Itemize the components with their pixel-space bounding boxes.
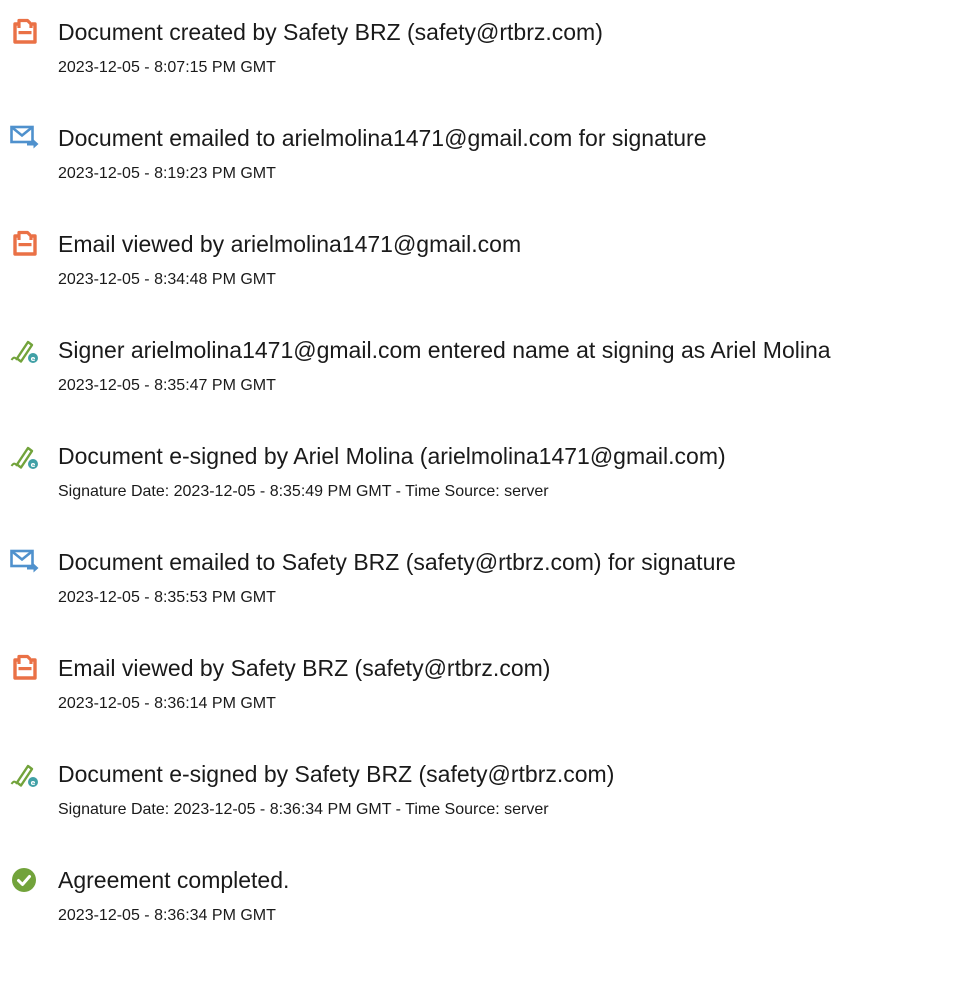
event-timestamp: 2023-12-05 - 8:35:47 PM GMT [58, 377, 276, 394]
audit-event: Document emailed to arielmolina1471@gmai… [0, 122, 956, 202]
check-circle-icon [10, 864, 40, 894]
event-title: Email viewed by Safety BRZ (safety@rtbrz… [58, 655, 551, 681]
signature-icon: e [10, 440, 40, 470]
event-title: Agreement completed. [58, 867, 290, 893]
event-timestamp: 2023-12-05 - 8:07:15 PM GMT [58, 59, 276, 76]
event-title: Document emailed to Safety BRZ (safety@r… [58, 549, 736, 575]
audit-event: e Document e-signed by Ariel Molina (ari… [0, 440, 956, 520]
event-timestamp: 2023-12-05 - 8:34:48 PM GMT [58, 271, 276, 288]
audit-event: Email viewed by Safety BRZ (safety@rtbrz… [0, 652, 956, 732]
event-timestamp: Signature Date: 2023-12-05 - 8:36:34 PM … [58, 801, 549, 818]
document-icon [10, 652, 40, 682]
event-title: Email viewed by arielmolina1471@gmail.co… [58, 231, 522, 257]
event-title: Document emailed to arielmolina1471@gmai… [58, 125, 707, 151]
event-title: Document created by Safety BRZ (safety@r… [58, 19, 603, 45]
signature-icon: e [10, 758, 40, 788]
audit-event: Agreement completed. 2023-12-05 - 8:36:3… [0, 864, 956, 944]
event-timestamp: 2023-12-05 - 8:19:23 PM GMT [58, 165, 276, 182]
audit-event: e Signer arielmolina1471@gmail.com enter… [0, 334, 956, 414]
audit-event: Document created by Safety BRZ (safety@r… [0, 16, 956, 96]
svg-text:e: e [31, 779, 36, 787]
email-icon [10, 122, 40, 152]
audit-event: Email viewed by arielmolina1471@gmail.co… [0, 228, 956, 308]
document-icon [10, 228, 40, 258]
event-timestamp: 2023-12-05 - 8:35:53 PM GMT [58, 589, 276, 606]
event-timestamp: 2023-12-05 - 8:36:34 PM GMT [58, 907, 276, 924]
signature-icon: e [10, 334, 40, 364]
event-timestamp: Signature Date: 2023-12-05 - 8:35:49 PM … [58, 483, 549, 500]
document-icon [10, 16, 40, 46]
event-title: Signer arielmolina1471@gmail.com entered… [58, 337, 831, 363]
event-title: Document e-signed by Ariel Molina (ariel… [58, 443, 726, 469]
svg-text:e: e [31, 461, 36, 469]
audit-event: e Document e-signed by Safety BRZ (safet… [0, 758, 956, 838]
event-title: Document e-signed by Safety BRZ (safety@… [58, 761, 615, 787]
event-timestamp: 2023-12-05 - 8:36:14 PM GMT [58, 695, 276, 712]
svg-text:e: e [31, 355, 36, 363]
email-icon [10, 546, 40, 576]
audit-event: Document emailed to Safety BRZ (safety@r… [0, 546, 956, 626]
